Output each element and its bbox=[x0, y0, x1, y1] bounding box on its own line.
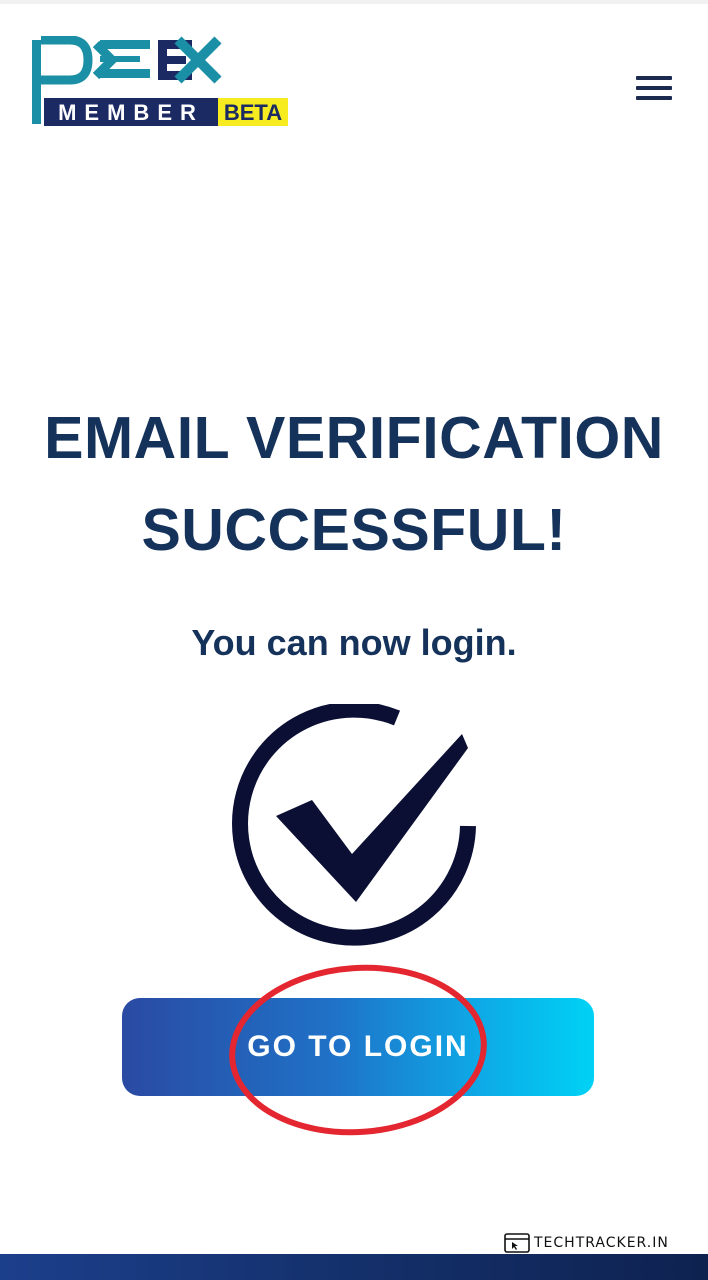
menu-bar-middle bbox=[636, 86, 672, 90]
top-strip bbox=[0, 0, 708, 4]
menu-bar-top bbox=[636, 76, 672, 80]
footer-bar bbox=[0, 1254, 708, 1280]
login-button-label: GO TO LOGIN bbox=[247, 1030, 469, 1063]
title-line-1: EMAIL VERIFICATION bbox=[44, 405, 664, 471]
logo-beta-badge: BETA bbox=[224, 100, 282, 125]
title-line-2: SUCCESSFUL! bbox=[141, 497, 567, 563]
menu-bar-bottom bbox=[636, 96, 672, 100]
watermark-text: TECHTRACKER.IN bbox=[534, 1235, 669, 1251]
check-circle-icon bbox=[232, 704, 482, 954]
page-title: EMAIL VERIFICATION SUCCESSFUL! bbox=[0, 392, 708, 576]
login-hint-text: You can now login. bbox=[191, 622, 517, 663]
browser-cursor-icon bbox=[504, 1233, 530, 1253]
logo-graphic: MEMBER BETA bbox=[32, 36, 288, 126]
go-to-login-button[interactable]: GO TO LOGIN bbox=[122, 998, 594, 1096]
techtracker-watermark: TECHTRACKER.IN bbox=[504, 1231, 669, 1255]
hamburger-menu-icon[interactable] bbox=[628, 70, 680, 108]
logo-subtitle: MEMBER bbox=[58, 100, 204, 125]
pcex-member-logo[interactable]: MEMBER BETA bbox=[28, 36, 292, 131]
